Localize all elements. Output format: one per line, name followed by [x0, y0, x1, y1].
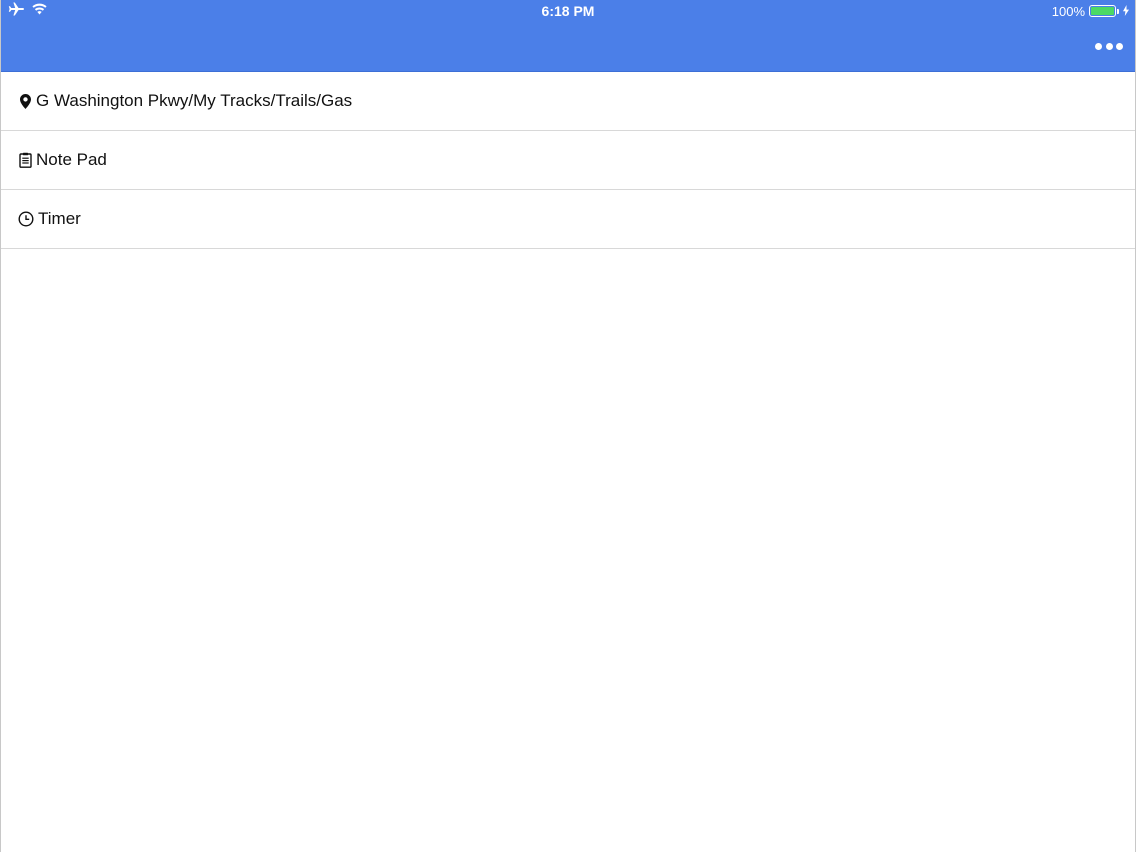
battery-level — [1091, 7, 1114, 15]
charging-bolt-icon — [1123, 4, 1129, 19]
menu-list: G Washington Pkwy/My Tracks/Trails/Gas N… — [1, 72, 1135, 249]
status-bar-right: 100% — [1052, 3, 1129, 19]
clock-icon — [18, 211, 34, 227]
app-window: 6:18 PM 100% G Washington Pkwy/My Tracks… — [0, 0, 1136, 852]
list-item-label: Note Pad — [36, 150, 107, 169]
ellipsis-dot — [1105, 42, 1113, 50]
ellipsis-icon — [1095, 42, 1102, 50]
status-time: 6:18 PM — [541, 3, 595, 19]
ellipsis-dot — [1116, 42, 1123, 50]
battery-icon — [1089, 5, 1116, 17]
list-item-timer[interactable]: Timer — [1, 190, 1135, 249]
list-item-note-pad[interactable]: Note Pad — [1, 131, 1135, 190]
list-item-label: Timer — [38, 209, 81, 228]
list-item-location[interactable]: G Washington Pkwy/My Tracks/Trails/Gas — [1, 72, 1135, 131]
list-item-label: G Washington Pkwy/My Tracks/Trails/Gas — [36, 91, 353, 110]
clipboard-icon — [18, 152, 32, 168]
map-marker-icon — [18, 93, 32, 109]
battery-percent: 100% — [1051, 3, 1085, 19]
battery-cap — [1117, 8, 1119, 14]
top-bar: 6:18 PM 100% — [1, 0, 1135, 72]
more-options-button[interactable] — [1095, 38, 1123, 54]
